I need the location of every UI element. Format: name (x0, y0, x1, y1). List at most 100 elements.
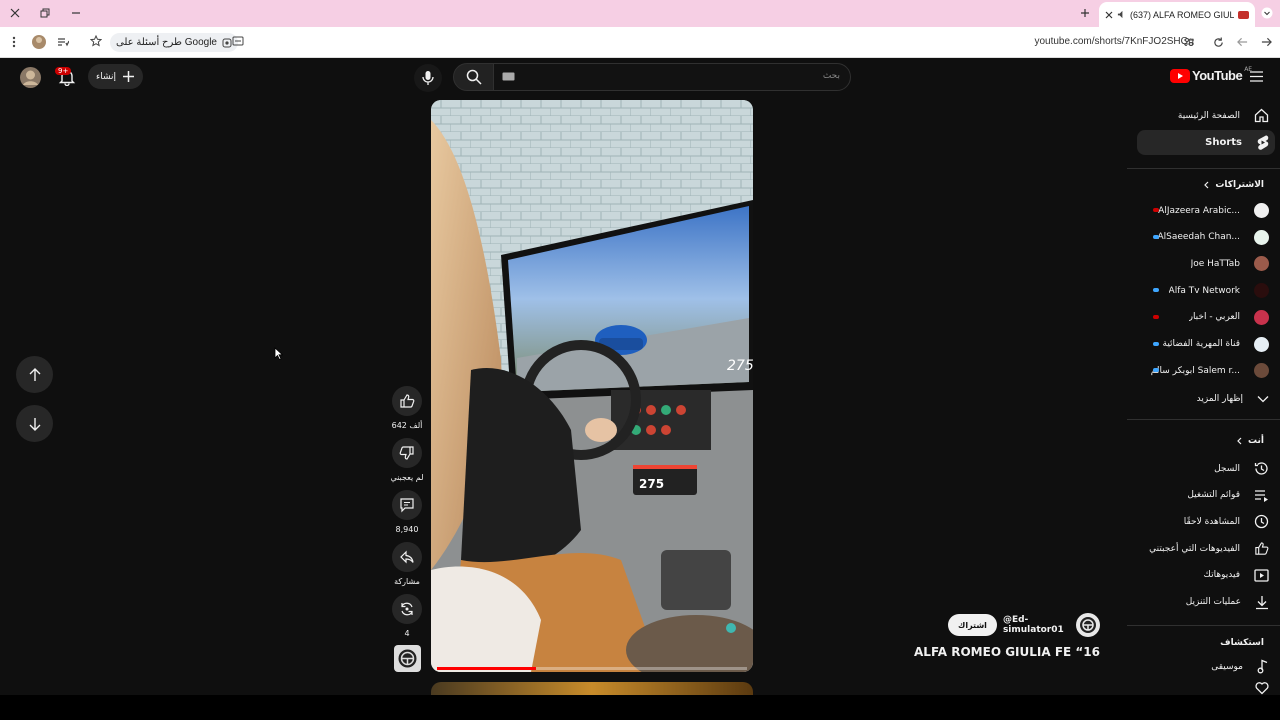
subscriptions-label: الاشتراكات (1215, 180, 1264, 190)
show-more-button[interactable]: إظهار المزيد (1137, 386, 1275, 411)
sidebar-item-label: عمليات التنزيل (1185, 597, 1241, 607)
page-info-icon[interactable] (232, 36, 244, 46)
restore-window-icon[interactable] (35, 4, 55, 22)
video-frame: 275 275 (431, 100, 753, 672)
you-header[interactable]: أنت (1236, 436, 1264, 446)
youtube-favicon-icon (1238, 10, 1249, 19)
sidebar-item-watch-later[interactable]: المشاهدة لاحقًا (1137, 509, 1275, 534)
share-button[interactable] (392, 542, 422, 572)
voice-search-button[interactable] (414, 64, 442, 92)
forward-icon[interactable] (1234, 34, 1250, 50)
sidebar-item-label: موسيقى (1211, 661, 1243, 672)
sidebar-channel-item[interactable]: Joe HaTTab (1137, 251, 1275, 276)
sidebar-item-music[interactable]: موسيقى (1137, 654, 1275, 679)
profile-avatar[interactable] (31, 34, 47, 50)
new-content-indicator (1153, 208, 1159, 212)
tab-close-icon[interactable] (1105, 11, 1113, 19)
new-tab-icon[interactable] (1075, 4, 1095, 22)
close-window-icon[interactable] (5, 4, 25, 22)
progress-track[interactable] (437, 667, 747, 670)
shorts-video-player[interactable]: 275 275 (431, 100, 753, 672)
sidebar-divider (1127, 168, 1280, 169)
dislike-button[interactable] (392, 438, 422, 468)
subscribe-button[interactable]: اشتراك (948, 614, 997, 636)
sidebar-item-playlists[interactable]: قوائم التشغيل (1137, 483, 1275, 508)
channel-name: AlJazeera Arabic... (1158, 205, 1240, 216)
sidebar-item-home[interactable]: الصفحة الرئيسية (1137, 103, 1275, 128)
back-icon[interactable] (1258, 34, 1274, 50)
account-avatar[interactable] (20, 67, 41, 88)
remix-count: 4 (404, 629, 410, 638)
site-settings-icon[interactable] (1181, 34, 1197, 50)
create-button[interactable]: إنشاء (88, 64, 144, 89)
remix-button[interactable] (392, 594, 422, 624)
keyboard-icon[interactable] (502, 72, 515, 81)
sidebar-item-shorts[interactable]: Shorts (1137, 130, 1275, 155)
sidebar-item-downloads[interactable]: عمليات التنزيل (1137, 590, 1275, 615)
youtube-play-logo-icon (1170, 68, 1190, 83)
channel-name: قناة المهرية الفضائية (1162, 339, 1240, 349)
share-label: مشاركة (394, 577, 420, 586)
audio-playing-icon[interactable] (1117, 10, 1126, 19)
sidebar-item-liked-videos[interactable]: الفيديوهات التي أعجبتني (1137, 536, 1275, 561)
search-button[interactable] (453, 63, 494, 91)
sidebar-channel-item[interactable]: AlSaeedah Chan... (1137, 225, 1275, 250)
sidebar-item-partial[interactable] (1137, 681, 1275, 695)
previous-short-button[interactable] (16, 356, 53, 393)
channel-name: العربي - أخبار (1188, 312, 1240, 323)
tab-search-icon[interactable] (1257, 4, 1277, 22)
taskbar (0, 695, 1280, 720)
next-short-preview[interactable] (431, 682, 753, 695)
search-input[interactable]: بحث (493, 63, 851, 91)
arrow-up-icon (28, 367, 42, 382)
sound-thumbnail[interactable] (394, 645, 421, 672)
channel-name: Joe HaTTab (1190, 258, 1240, 269)
music-note-icon (1257, 659, 1269, 674)
remix-icon (399, 601, 415, 617)
like-button[interactable] (392, 386, 422, 416)
search-icon (466, 69, 482, 85)
channel-name: AlSaeedah Chan... (1157, 232, 1240, 243)
heart-icon (1255, 681, 1269, 695)
sidebar-channel-item[interactable]: AlJazeera Arabic... (1137, 198, 1275, 223)
sidebar-channel-item[interactable]: Alfa Tv Network (1137, 278, 1275, 303)
channel-avatar (1254, 363, 1269, 379)
mouse-cursor-icon (274, 347, 283, 360)
subscriptions-header[interactable]: الاشتراكات (1203, 180, 1264, 190)
next-short-button[interactable] (16, 405, 53, 442)
browser-tab-active[interactable]: (637) ALFA ROMEO GIULIA (1099, 2, 1255, 27)
steering-wheel-icon (397, 648, 418, 669)
sidebar-item-your-videos[interactable]: فيديوهاتك (1137, 563, 1275, 588)
sidebar-channel-item[interactable]: العربي - أخبار (1137, 305, 1275, 330)
sidebar-channel-item[interactable]: قناة المهرية الفضائية (1137, 332, 1275, 357)
channel-avatar[interactable] (1076, 613, 1100, 637)
omnibox[interactable]: طرح أسئلة على Google (84, 31, 1200, 54)
microphone-icon (422, 70, 434, 86)
new-content-indicator (1153, 341, 1159, 346)
video-title[interactable]: ALFA ROMEO GIULIA FE “16 (860, 645, 1100, 659)
ai-search-chip[interactable]: طرح أسئلة على Google (110, 33, 238, 52)
reload-icon[interactable] (1210, 34, 1226, 50)
channel-name: أبوبكر سالم Salem r... (1150, 365, 1240, 376)
channel-avatar (1254, 229, 1269, 245)
channel-handle[interactable]: @Ed-simulator01 (1003, 615, 1070, 635)
progress-fill (437, 667, 537, 670)
guide-menu-icon[interactable] (1250, 71, 1263, 82)
sidebar-item-label: فيديوهاتك (1203, 570, 1240, 581)
browser-menu-icon[interactable] (6, 34, 22, 50)
playlists-icon (1254, 489, 1269, 502)
sidebar-channel-item[interactable]: أبوبكر سالم Salem r... (1137, 358, 1275, 383)
reading-list-icon[interactable] (55, 34, 71, 50)
comments-button[interactable] (392, 490, 422, 520)
sidebar-item-history[interactable]: السجل (1137, 456, 1275, 481)
channel-name: Alfa Tv Network (1168, 285, 1240, 296)
minimize-window-icon[interactable] (66, 4, 86, 22)
channel-avatar (1254, 203, 1269, 218)
browser-toolbar: طرح أسئلة على Google youtube.com/shorts/… (0, 27, 1280, 58)
thumbs-up-icon (399, 393, 415, 409)
shorts-icon (1256, 135, 1269, 150)
bookmark-star-icon[interactable] (90, 35, 102, 47)
url-text[interactable]: youtube.com/shorts/7KnFJO2SHQg (1034, 36, 1194, 47)
youtube-logo[interactable]: YouTube AE (1170, 66, 1252, 83)
sidebar-item-label: Shorts (1205, 137, 1242, 148)
